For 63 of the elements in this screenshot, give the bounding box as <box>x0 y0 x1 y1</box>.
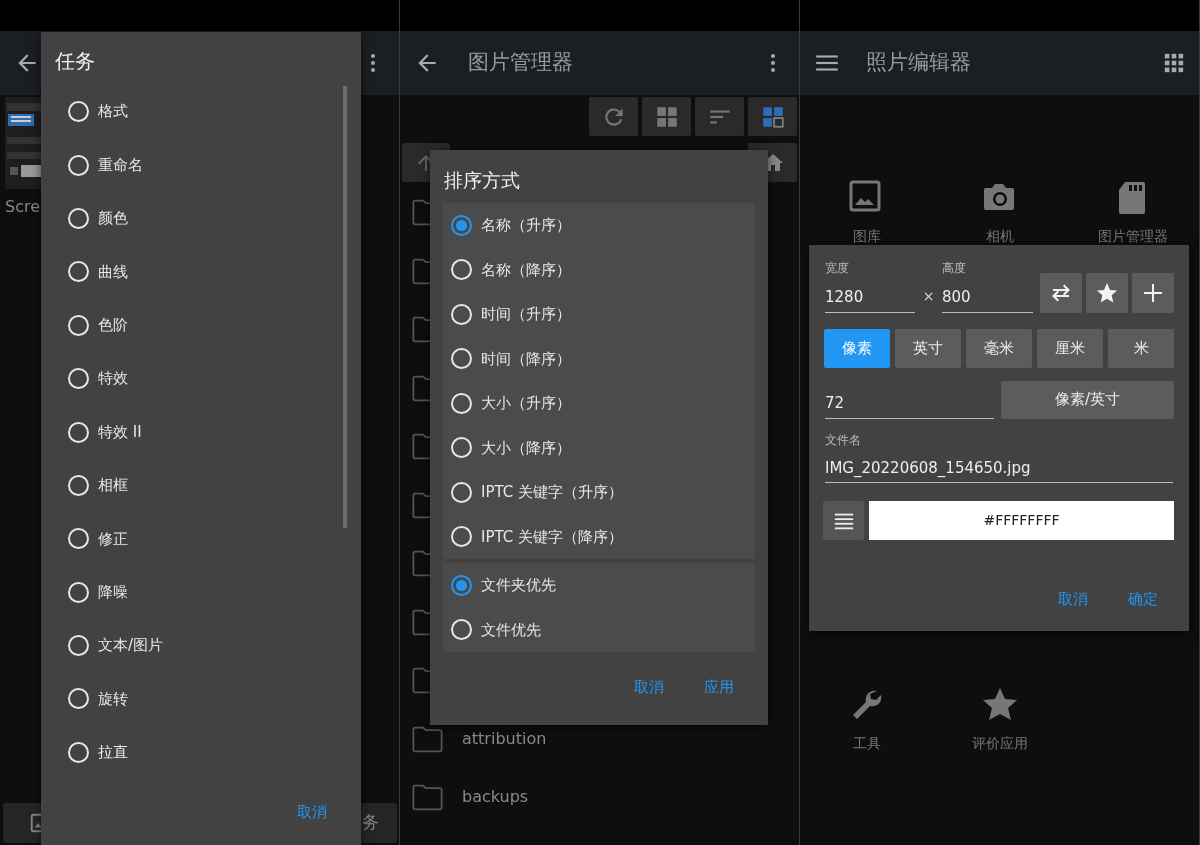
task-option[interactable]: 色阶 <box>68 298 361 352</box>
color-field[interactable]: #FFFFFFFF <box>869 501 1174 540</box>
sort-option[interactable]: 时间（降序） <box>451 336 747 381</box>
sort-option[interactable]: 名称（降序） <box>451 247 747 292</box>
sort-option[interactable]: 名称（升序） <box>451 203 747 248</box>
sort-option[interactable]: 大小（升序） <box>451 381 747 426</box>
dialog-title: 任务 <box>54 48 96 75</box>
shortcut-label[interactable]: 图片管理器 <box>1097 226 1168 247</box>
unit-button[interactable]: 厘米 <box>1037 328 1103 368</box>
sort-option[interactable]: 文件夹优先 <box>451 563 747 608</box>
add-button[interactable] <box>1132 272 1174 313</box>
sort-option[interactable]: 大小（降序） <box>451 425 747 470</box>
shortcut-label[interactable]: 图库 <box>852 226 881 247</box>
task-option[interactable]: 修正 <box>68 512 361 566</box>
task-option[interactable]: 相框 <box>68 458 361 513</box>
folder-name[interactable]: backups <box>462 785 529 810</box>
height-field[interactable]: 800 <box>942 284 1033 313</box>
task-option[interactable]: 特效 II <box>68 405 361 459</box>
toolbar-button[interactable] <box>589 97 638 136</box>
unit-button[interactable]: 毫米 <box>966 328 1032 368</box>
favorite-button[interactable] <box>1086 272 1128 313</box>
task-option[interactable]: 特效 <box>68 351 361 406</box>
sort-option[interactable]: IPTC 关键字（升序） <box>451 470 747 515</box>
unit-button[interactable]: 米 <box>1108 328 1174 368</box>
height-label: 高度 <box>942 260 967 277</box>
scrollbar[interactable] <box>343 86 347 528</box>
resolution-field[interactable]: 72 <box>825 390 994 419</box>
task-option[interactable]: 降噪 <box>68 565 361 619</box>
sort-option[interactable]: 文件优先 <box>451 607 747 652</box>
apps-icon[interactable] <box>1163 52 1185 74</box>
resolution-unit-button[interactable]: 像素/英寸 <box>1001 380 1174 419</box>
task-option[interactable]: 格式 <box>68 85 361 139</box>
sort-option[interactable]: 时间（升序） <box>451 292 747 337</box>
radio-button[interactable] <box>451 214 472 236</box>
shortcut-label[interactable]: 相机 <box>985 226 1014 247</box>
task-option[interactable]: 旋转 <box>68 672 361 726</box>
task-option[interactable]: 颜色 <box>68 191 361 246</box>
folder-name[interactable]: attribution <box>462 726 547 751</box>
task-option[interactable]: 重命名 <box>68 138 361 192</box>
unit-button[interactable]: 英寸 <box>895 328 961 368</box>
toolbar-button[interactable] <box>642 97 691 136</box>
dialog-title: 排序方式 <box>443 168 521 193</box>
thumbnail-drawing[interactable] <box>5 97 41 189</box>
palette-button[interactable] <box>823 501 864 540</box>
width-field[interactable]: 1280 <box>825 284 915 313</box>
task-option[interactable]: 文本/图片 <box>68 618 361 673</box>
task-option[interactable]: 曲线 <box>68 245 361 299</box>
screen-title: 照片编辑器 <box>866 49 972 77</box>
thumbnail-caption: Scre <box>5 196 41 218</box>
swap-button[interactable] <box>1040 272 1082 313</box>
toolbar-button[interactable] <box>695 97 744 136</box>
width-label: 宽度 <box>825 260 850 277</box>
task-option[interactable]: 拉直 <box>68 725 361 780</box>
filename-field[interactable]: IMG_20220608_154650.jpg <box>825 454 1173 483</box>
shortcut-label[interactable]: 评价应用 <box>971 733 1028 754</box>
sort-option[interactable]: IPTC 关键字（降序） <box>451 514 747 559</box>
tab-label[interactable]: 务 <box>362 810 379 836</box>
filename-label: 文件名 <box>825 431 862 449</box>
radio-button[interactable] <box>451 574 472 596</box>
shortcut-label[interactable]: 工具 <box>852 733 881 754</box>
toolbar-button[interactable] <box>748 97 797 136</box>
times-sign: × <box>921 286 936 306</box>
screen-title: 图片管理器 <box>468 49 574 77</box>
